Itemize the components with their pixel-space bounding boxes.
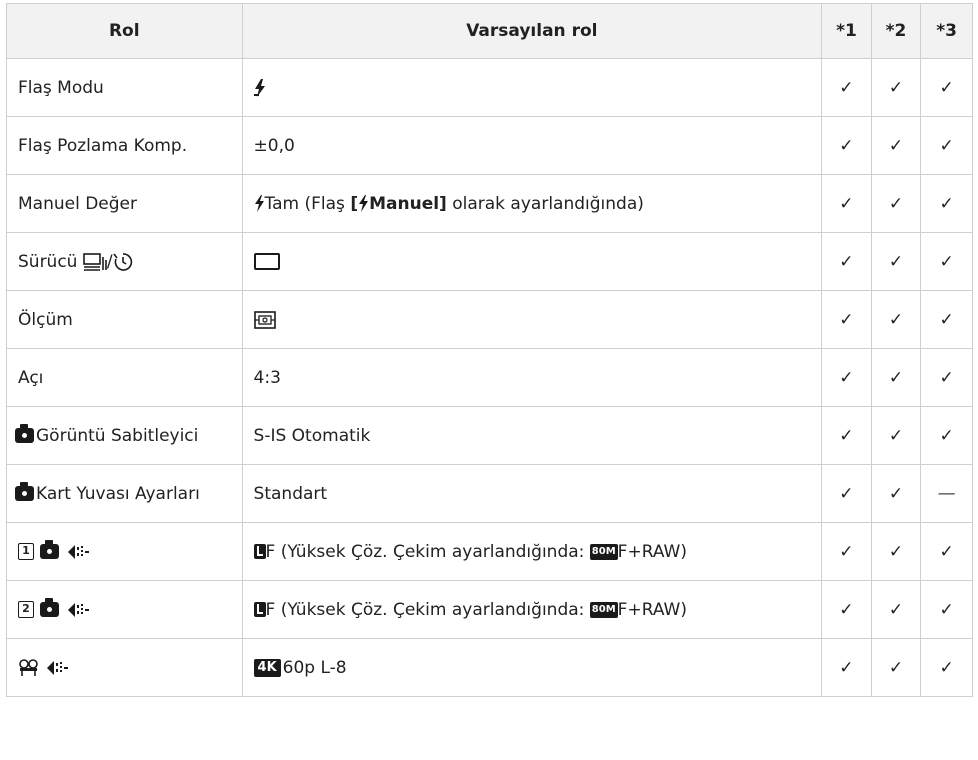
header-default-role: Varsayılan rol [241, 3, 823, 59]
camera-icon [15, 424, 34, 443]
flash-icon [253, 78, 265, 97]
table-row: Görüntü Sabitleyici S-IS Otomatik ✓ ✓ ✓ [6, 406, 973, 465]
card-slot-1-icon: 1 [18, 543, 34, 560]
mark-cell: ✓ [870, 348, 922, 407]
digital-esp-metering-icon [253, 310, 276, 329]
mark-cell: ✓ [870, 290, 922, 349]
mark-cell: ✓ [870, 464, 922, 523]
table-row: Açı 4:3 ✓ ✓ ✓ [6, 348, 973, 407]
header-mode-2: *2 [870, 3, 922, 59]
mark-cell: ✓ [870, 580, 922, 639]
mark-cell: ✓ [920, 580, 973, 639]
movie-icon [19, 658, 38, 676]
default-cell: F (Yüksek Çöz. Çekim ayarlandığında: 80M… [241, 522, 823, 581]
role-cell: Açı [6, 348, 243, 407]
mark-cell: ✓ [920, 638, 973, 697]
sequential-shooting-icon [83, 252, 107, 271]
mark-cell: ✓ [821, 174, 872, 233]
mark-cell: ✓ [870, 116, 922, 175]
single-frame-icon [253, 253, 280, 270]
header-role: Rol [6, 3, 243, 59]
default-cell: Standart [241, 464, 823, 523]
image-quality-icon [68, 602, 90, 617]
table-row: 4K 60p L-8 ✓ ✓ ✓ [6, 638, 973, 697]
role-cell: 1 [6, 522, 243, 581]
default-cell [241, 290, 823, 349]
mark-cell: ✓ [920, 58, 973, 117]
role-cell [6, 638, 243, 697]
mark-cell: ✓ [920, 174, 973, 233]
flash-icon [254, 195, 264, 212]
camera-icon [40, 540, 59, 559]
camera-icon [15, 482, 34, 501]
role-cell: Manuel Değer [6, 174, 243, 233]
mark-cell: ✓ [821, 464, 872, 523]
mark-cell: ✓ [821, 116, 872, 175]
table-row: Flaş Pozlama Komp. ±0,0 ✓ ✓ ✓ [6, 116, 973, 175]
default-cell: S-IS Otomatik [241, 406, 823, 465]
camera-icon [40, 598, 59, 617]
default-cell [241, 232, 823, 291]
image-quality-icon [68, 544, 90, 559]
header-mode-3: *3 [920, 3, 973, 59]
mark-cell: ✓ [920, 348, 973, 407]
table-row: 1 F (Yüksek Çöz. Çekim ayarlandığında: 8… [6, 522, 973, 581]
image-quality-icon [47, 660, 69, 675]
role-cell: Ölçüm [6, 290, 243, 349]
mark-cell: ✓ [821, 638, 872, 697]
table-row: Ölçüm ✓ ✓ ✓ [6, 290, 973, 349]
role-cell: Sürücü / [6, 232, 243, 291]
card-slot-2-icon: 2 [18, 601, 34, 618]
mark-cell: ✓ [870, 522, 922, 581]
mark-cell: ✓ [920, 290, 973, 349]
flash-icon [359, 195, 369, 212]
mark-cell: — [920, 464, 973, 523]
resolution-badge: 80M [589, 543, 618, 560]
4k-badge: 4K [253, 658, 281, 677]
mark-cell: ✓ [821, 348, 872, 407]
table-row: Kart Yuvası Ayarları Standart ✓ ✓ — [6, 464, 973, 523]
default-cell: ±0,0 [241, 116, 823, 175]
role-cell: Kart Yuvası Ayarları [6, 464, 243, 523]
table-header-row: Rol Varsayılan rol *1 *2 *3 [6, 3, 973, 59]
table-row: Sürücü / ✓ ✓ ✓ [6, 232, 973, 291]
default-cell [241, 58, 823, 117]
mark-cell: ✓ [920, 406, 973, 465]
mark-cell: ✓ [920, 232, 973, 291]
default-cell: 4K 60p L-8 [241, 638, 823, 697]
default-cell: F (Yüksek Çöz. Çekim ayarlandığında: 80M… [241, 580, 823, 639]
mark-cell: ✓ [821, 522, 872, 581]
header-mode-1: *1 [821, 3, 872, 59]
mark-cell: ✓ [870, 638, 922, 697]
mark-cell: ✓ [870, 232, 922, 291]
default-cell: Tam (Flaş [Manuel] olarak ayarlandığında… [241, 174, 823, 233]
settings-table: Rol Varsayılan rol *1 *2 *3 Flaş Modu ✓ … [6, 3, 973, 697]
self-timer-icon [112, 252, 132, 271]
mark-cell: ✓ [920, 116, 973, 175]
mark-cell: ✓ [920, 522, 973, 581]
mark-cell: ✓ [821, 406, 872, 465]
resolution-badge: 80M [589, 601, 618, 618]
table-row: Flaş Modu ✓ ✓ ✓ [6, 58, 973, 117]
mark-cell: ✓ [821, 58, 872, 117]
large-size-icon [253, 544, 266, 559]
default-cell: 4:3 [241, 348, 823, 407]
table-row: Manuel Değer Tam (Flaş [Manuel] olarak a… [6, 174, 973, 233]
mark-cell: ✓ [821, 232, 872, 291]
mark-cell: ✓ [821, 290, 872, 349]
mark-cell: ✓ [870, 406, 922, 465]
table-row: 2 F (Yüksek Çöz. Çekim ayarlandığında: 8… [6, 580, 973, 639]
role-cell: Flaş Pozlama Komp. [6, 116, 243, 175]
mark-cell: ✓ [821, 580, 872, 639]
large-size-icon [253, 602, 266, 617]
role-cell: Flaş Modu [6, 58, 243, 117]
role-cell: 2 [6, 580, 243, 639]
mark-cell: ✓ [870, 58, 922, 117]
mark-cell: ✓ [870, 174, 922, 233]
role-cell: Görüntü Sabitleyici [6, 406, 243, 465]
